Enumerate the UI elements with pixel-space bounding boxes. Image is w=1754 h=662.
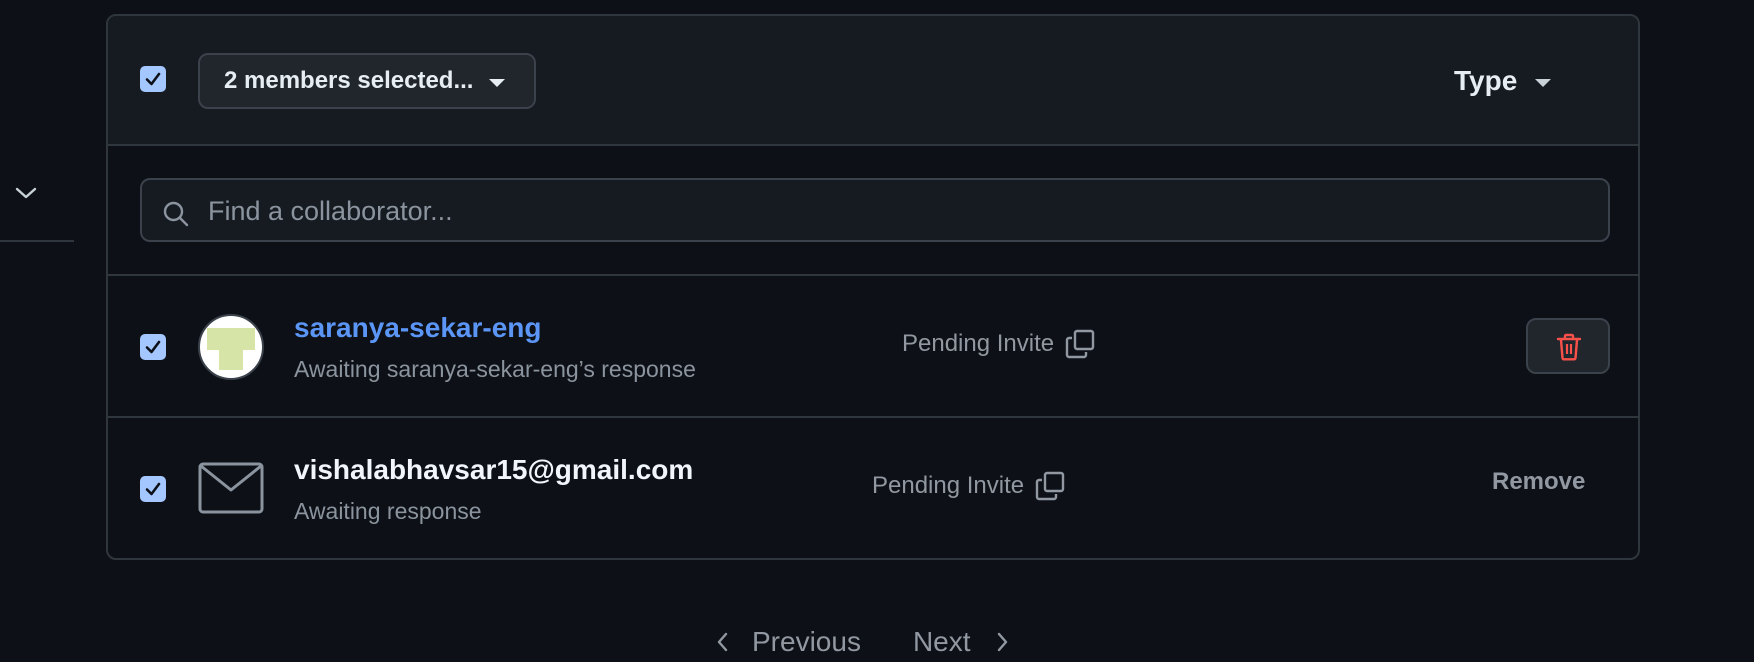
pagination: Previous Next (714, 622, 1011, 662)
invite-status-label: Pending Invite (872, 472, 1025, 499)
chevron-down-icon[interactable] (14, 183, 38, 203)
collaborators-panel: 2 members selected... Type Find a collab… (106, 14, 1640, 560)
check-icon (145, 482, 161, 496)
delete-invite-button[interactable] (1526, 318, 1610, 374)
chevron-right-icon (997, 632, 1007, 652)
member-name-link[interactable]: saranya-sekar-eng (294, 312, 541, 344)
panel-header: 2 members selected... Type (108, 16, 1638, 146)
search-input[interactable] (206, 188, 1590, 234)
next-page-button[interactable]: Next (913, 626, 1011, 658)
search-box[interactable] (140, 178, 1610, 242)
invite-status: Pending Invite (872, 470, 1066, 502)
caret-down-icon (489, 78, 506, 87)
avatar[interactable] (198, 314, 264, 380)
copy-icon[interactable] (1034, 470, 1066, 502)
sidebar-divider (0, 240, 74, 242)
check-icon (145, 72, 161, 86)
search-icon (163, 201, 189, 227)
caret-down-icon (1535, 78, 1552, 87)
copy-icon[interactable] (1064, 328, 1096, 360)
member-checkbox[interactable] (140, 476, 166, 502)
search-section (108, 146, 1638, 276)
member-row: vishalabhavsar15@gmail.com Awaiting resp… (108, 418, 1638, 558)
type-filter-dropdown[interactable]: Type (1454, 64, 1552, 98)
member-status-text: Awaiting saranya-sekar-eng’s response (294, 356, 696, 382)
check-icon (145, 340, 161, 354)
mail-icon (198, 462, 264, 514)
bulk-selection-dropdown[interactable]: 2 members selected... (198, 53, 536, 109)
bulk-selection-label: 2 members selected... (224, 67, 474, 94)
remove-invite-button[interactable]: Remove (1492, 468, 1585, 496)
invite-status-label: Pending Invite (902, 330, 1055, 357)
member-checkbox[interactable] (140, 334, 166, 360)
trash-icon (1556, 333, 1582, 361)
previous-label: Previous (752, 626, 861, 657)
select-all-checkbox[interactable] (140, 66, 166, 92)
type-filter-label: Type (1454, 65, 1518, 96)
member-row: saranya-sekar-eng Awaiting saranya-sekar… (108, 276, 1638, 418)
member-status-text: Awaiting response (294, 498, 482, 524)
previous-page-button[interactable]: Previous (714, 626, 861, 658)
chevron-left-icon (717, 632, 728, 652)
next-label: Next (912, 626, 971, 657)
member-email: vishalabhavsar15@gmail.com (294, 454, 694, 485)
invite-status: Pending Invite (902, 328, 1096, 360)
